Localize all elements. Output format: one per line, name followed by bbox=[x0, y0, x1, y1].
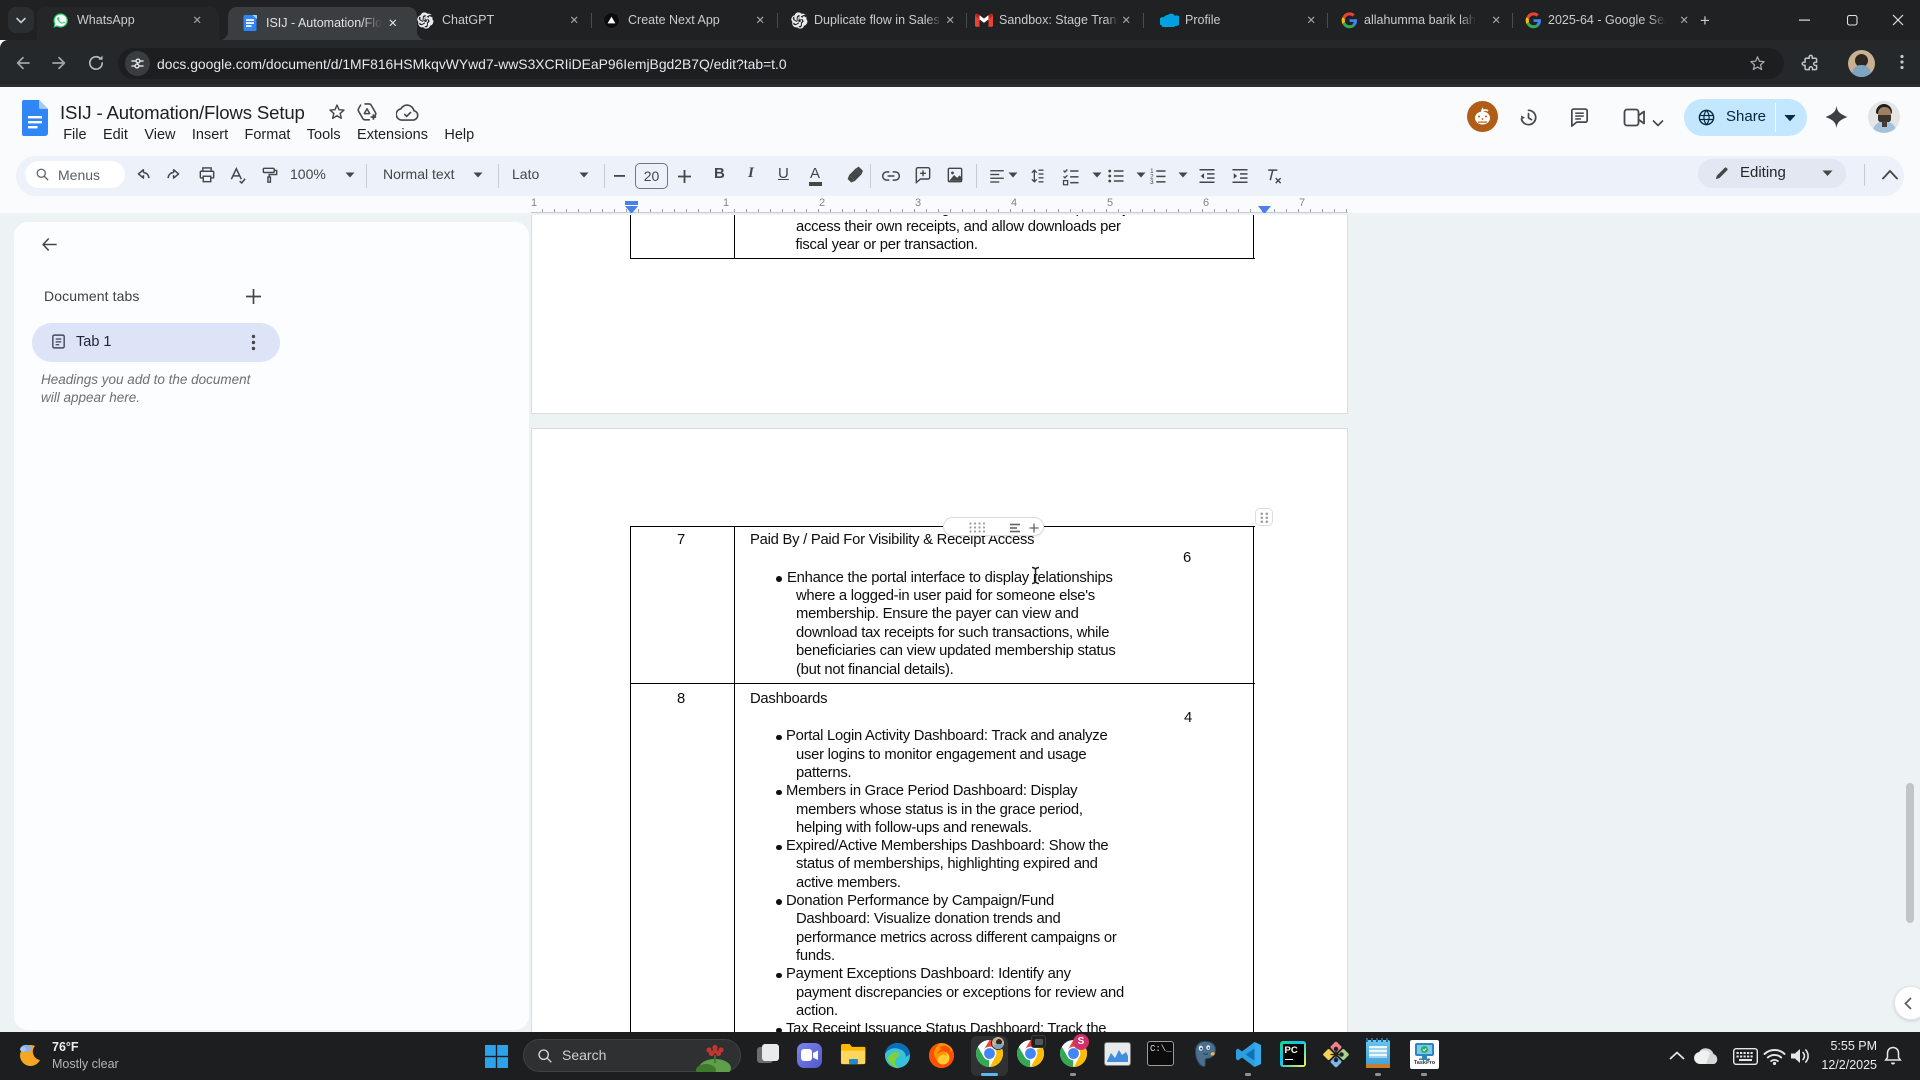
svg-text:3: 3 bbox=[1150, 179, 1154, 186]
